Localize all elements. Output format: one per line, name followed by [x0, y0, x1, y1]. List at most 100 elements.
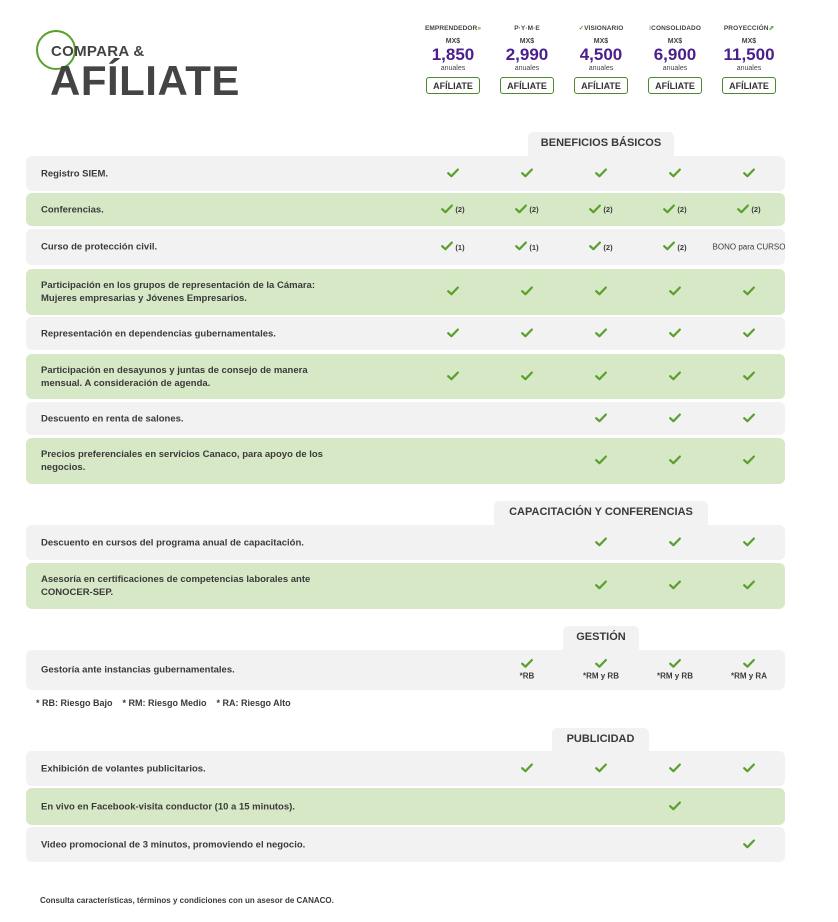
checkmark-icon [669, 168, 681, 180]
section-tab-publicidad: PUBLICIDAD [552, 728, 649, 752]
table-cell [712, 371, 786, 383]
checkmark-icon [447, 168, 459, 180]
checkmark-icon [515, 241, 528, 253]
cell-note: (2) [455, 205, 465, 214]
checkmark-icon [441, 204, 454, 216]
checkmark-icon [595, 413, 607, 425]
table-cell: (2) [490, 204, 564, 216]
table-row: Gestoría ante instancias gubernamentales… [26, 650, 785, 690]
checkmark-icon [669, 286, 681, 298]
plan-emprendedor: EMPRENDEDOR» MX$ 1,850 anuales AFÍLIATE [416, 24, 490, 94]
row-label: Asesoría en certificaciones de competenc… [41, 574, 311, 598]
table-cell [638, 763, 712, 775]
table-row: En vivo en Facebook-visita conductor (10… [26, 788, 785, 825]
table-cell [638, 413, 712, 425]
row-label: Curso de protección civil. [41, 241, 158, 253]
table-cell [712, 763, 786, 775]
table-cell [490, 286, 564, 298]
checkmark-icon [595, 537, 607, 549]
afiliate-button-pyme[interactable]: AFÍLIATE [500, 77, 554, 94]
checkmark-icon [595, 371, 607, 383]
plan-period: anuales [514, 65, 540, 72]
table-cell: *RM y RB [638, 659, 712, 682]
table-cell: (2) [564, 241, 638, 253]
table-cell [416, 168, 490, 180]
checkmark-icon [595, 455, 607, 467]
cell-note: (2) [751, 205, 761, 214]
cell-note: (2) [603, 205, 613, 214]
row-label: Participación en los grupos de represent… [41, 280, 316, 304]
section-tab-gestion: GESTIÓN [563, 626, 639, 650]
row-label: Participación en desayunos y juntas de c… [41, 364, 308, 389]
checkmark-icon [743, 839, 755, 851]
cell-risk-label: *RM y RA [730, 671, 767, 681]
row-label: Precios preferenciales en servicios Cana… [41, 449, 323, 473]
plan-name: ✓VISIONARIO [578, 25, 624, 32]
section-tab-capacitacion-y-conferencias: CAPACITACIÓN Y CONFERENCIAS [494, 501, 708, 525]
checkmark-icon [743, 328, 755, 340]
table-row: Participación en desayunos y juntas de c… [26, 354, 785, 399]
checkmark-icon [447, 371, 459, 383]
checkmark-icon [669, 328, 681, 340]
table-cell [638, 537, 712, 549]
plan-name: ⁝CONSOLIDADO [648, 25, 702, 32]
cell-risk-label: *RM y RB [656, 671, 693, 681]
plan-name: P·Y·M·E [514, 25, 540, 32]
table-cell: (1) [416, 241, 490, 253]
table-cell [638, 286, 712, 298]
afiliate-button-emprendedor[interactable]: AFÍLIATE [426, 77, 480, 94]
logo-big-text: AFÍLIATE [50, 57, 240, 104]
plan-visionario: ✓VISIONARIO MX$ 4,500 anuales AFÍLIATE [564, 24, 638, 94]
table-cell [638, 168, 712, 180]
row-label: Video promocional de 3 minutos, promovie… [41, 839, 306, 850]
plan-price: 2,990 [505, 45, 549, 64]
checkmark-icon [447, 286, 459, 298]
table-cell [712, 168, 786, 180]
table-cell [416, 371, 490, 383]
table-cell [564, 537, 638, 549]
table-row: Representación en dependencias gubername… [26, 317, 785, 350]
plan-period: anuales [440, 65, 466, 72]
table-cell: BONO para CURSO [712, 243, 786, 252]
plan-price: 11,500 [723, 45, 775, 64]
table-cell [564, 455, 638, 467]
checkmark-icon [669, 580, 681, 592]
plan-price: 4,500 [579, 45, 623, 64]
checkmark-icon [669, 659, 681, 671]
checkmark-icon [515, 204, 528, 216]
plan-pyme: P·Y·M·E MX$ 2,990 anuales AFÍLIATE [490, 24, 564, 94]
table-row: Asesoría en certificaciones de competenc… [26, 563, 785, 609]
table-cell [712, 328, 786, 340]
table-row: Descuento en cursos del programa anual d… [26, 525, 785, 560]
cell-note: (2) [677, 242, 687, 252]
checkmark-icon [743, 286, 755, 298]
checkmark-icon [663, 241, 676, 253]
plan-name: PROYECCIÓN⇗ [723, 25, 775, 32]
table-cell [416, 286, 490, 298]
table-cell [712, 286, 786, 298]
plan-name: EMPRENDEDOR» [424, 25, 482, 32]
plan-proyeccion: PROYECCIÓN⇗ MX$ 11,500 anuales AFÍLIATE [712, 24, 786, 94]
table-cell [712, 580, 786, 592]
afiliate-button-visionario[interactable]: AFÍLIATE [574, 77, 628, 94]
checkmark-icon [521, 286, 533, 298]
table-cell [712, 413, 786, 425]
table-cell [564, 168, 638, 180]
afiliate-button-proyeccion[interactable]: AFÍLIATE [722, 77, 776, 94]
cell-risk-label: *RB [519, 671, 535, 681]
checkmark-icon [669, 763, 681, 775]
table-cell [564, 580, 638, 592]
checkmark-icon [521, 659, 533, 671]
table-row: Precios preferenciales en servicios Cana… [26, 438, 785, 484]
afiliate-button-consolidado[interactable]: AFÍLIATE [648, 77, 702, 94]
checkmark-icon [447, 328, 459, 340]
checkmark-icon [669, 371, 681, 383]
checkmark-icon [669, 801, 681, 813]
checkmark-icon [595, 328, 607, 340]
checkmark-icon [521, 328, 533, 340]
table-cell [638, 455, 712, 467]
footer-note: Consulta características, términos y con… [40, 896, 334, 905]
table-cell: (2) [638, 204, 712, 216]
table-row: Registro SIEM. [26, 156, 785, 191]
checkmark-icon [743, 659, 755, 671]
